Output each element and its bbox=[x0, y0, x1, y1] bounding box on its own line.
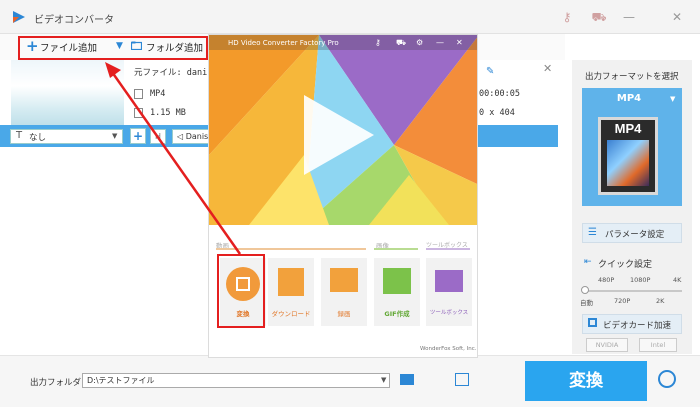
annotation-arrow bbox=[105, 62, 242, 255]
